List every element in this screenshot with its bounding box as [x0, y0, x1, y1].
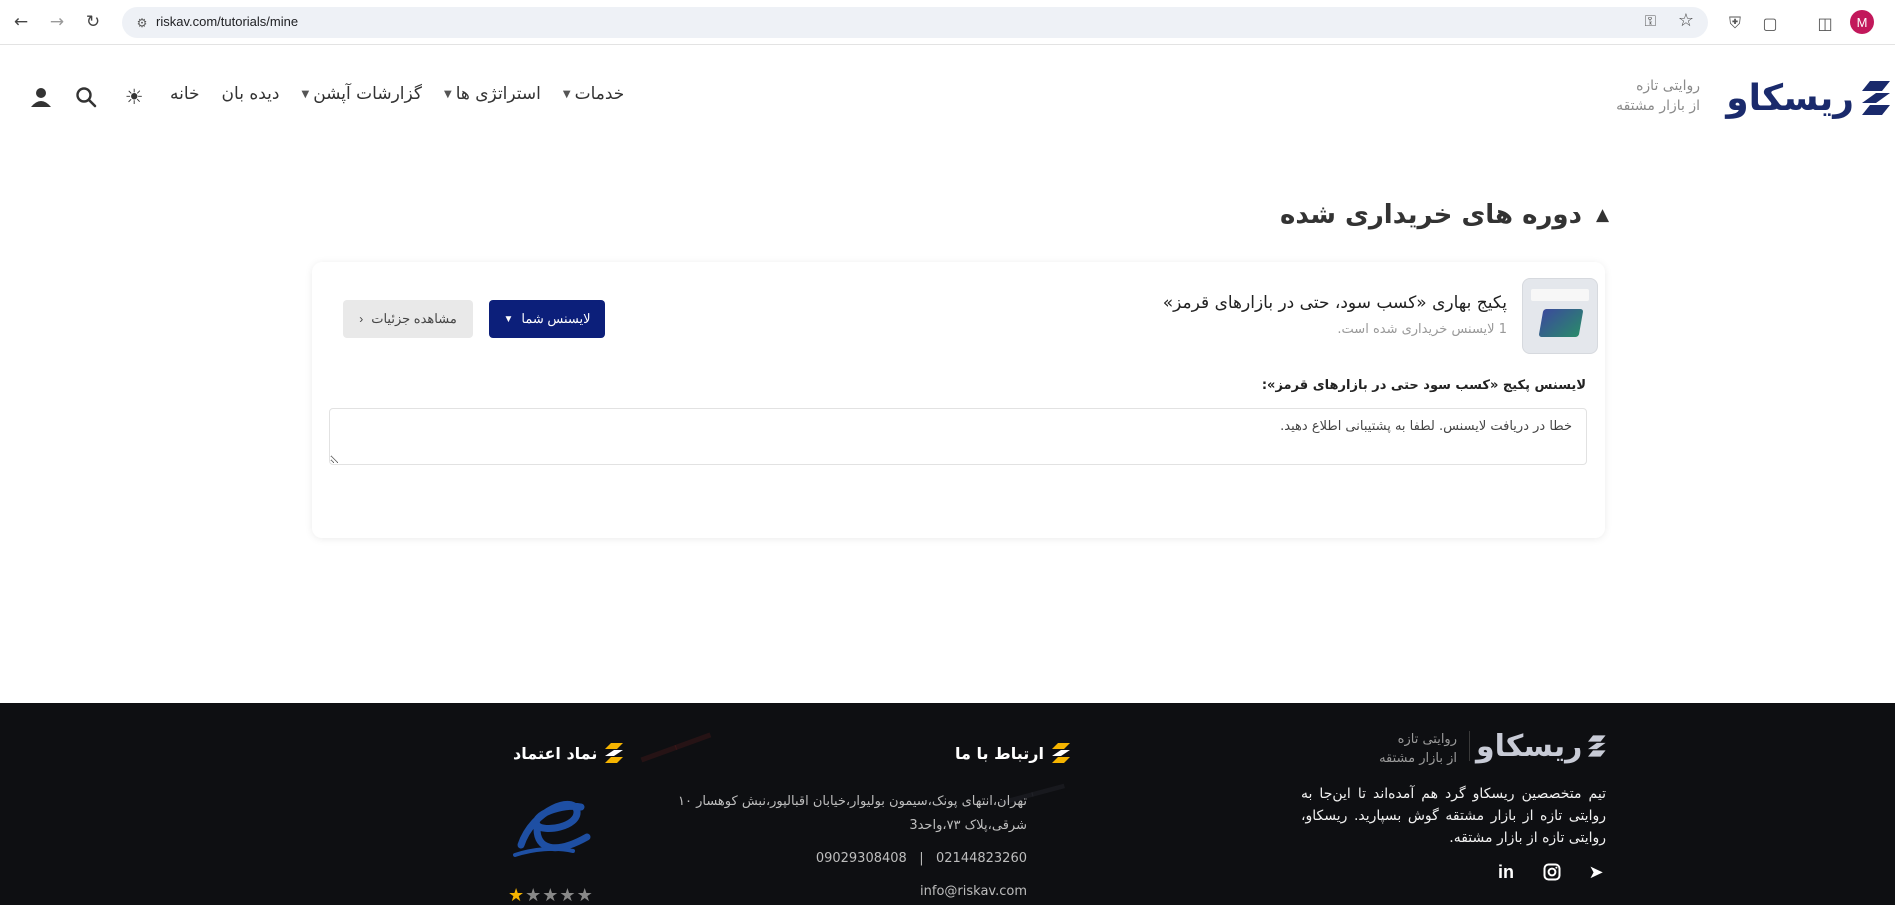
chevron-left-icon: ‹ [359, 312, 364, 326]
page-title: دوره های خریداری شده [1280, 200, 1582, 230]
chevron-down-icon: ▼ [444, 88, 452, 100]
user-icon[interactable] [28, 84, 54, 110]
chevron-down-icon: ▼ [503, 313, 514, 325]
main-navigation: خانه دیده بان گزارشات آپشن ▼ استراتژی ها ▼… [170, 78, 624, 110]
bolt-icon [605, 743, 624, 763]
bookmark-star-icon[interactable]: ☆ [1678, 10, 1694, 31]
reload-icon[interactable]: ↻ [82, 11, 104, 33]
footer-email[interactable]: info@riskav.com [660, 884, 1027, 899]
footer-contact-heading: ارتباط با ما [955, 741, 1070, 765]
footer-address: تهران،انتهای پونک،سیمون بولیوار،خیابان ا… [678, 794, 1027, 833]
chevron-down-icon: ▼ [301, 88, 310, 100]
header-tagline: روایتی تازه از بازار مشتقه [1590, 76, 1700, 116]
course-license-count: 1 لایسنس خریداری شده است. [1337, 322, 1507, 337]
license-textarea[interactable]: خطا در دریافت لایسنس. لطفا به پشتیبانی ا… [329, 408, 1587, 465]
logo-mark-icon [1862, 81, 1890, 115]
shield-extension-icon[interactable]: ⛨ [1723, 11, 1747, 35]
nav-item-home[interactable]: خانه [170, 84, 200, 104]
profile-avatar[interactable]: M [1850, 10, 1874, 34]
tagline-line-2: از بازار مشتقه [1616, 98, 1700, 114]
chevron-down-icon: ▼ [562, 88, 571, 100]
url-text: riskav.com/tutorials/mine [156, 14, 299, 29]
footer-logo-wordmark: ریسکاو [1476, 728, 1583, 764]
bolt-icon [1051, 743, 1070, 763]
forward-arrow-icon[interactable]: → [46, 11, 68, 33]
footer-about-text: تیم متخصصین ریسکاو گرد هم آمده‌اند تا ای… [1301, 786, 1606, 846]
linkedin-icon[interactable]: in [1494, 860, 1518, 884]
extensions-puzzle-icon[interactable]: ▢ [1758, 11, 1782, 35]
logo-wordmark: ریسکاو [1726, 77, 1855, 119]
thumbnail-banner [1531, 289, 1589, 301]
footer-tagline-line-1: روایتی تازه [1397, 732, 1457, 747]
nav-item-services[interactable]: خدمات ▼ [563, 84, 624, 104]
star-empty-icon: ★ [542, 885, 560, 905]
nav-item-strategies[interactable]: استراتژی ها ▼ [444, 84, 541, 104]
footer-logo[interactable]: ریسکاو [1476, 728, 1606, 764]
star-empty-icon: ★ [576, 885, 594, 905]
instagram-icon[interactable] [1540, 860, 1564, 884]
footer-tagline: روایتی تازه از بازار مشتقه [1365, 730, 1457, 768]
address-bar[interactable]: ⚙ riskav.com/tutorials/mine ⚿ ☆ [122, 7, 1708, 38]
course-thumbnail[interactable] [1522, 278, 1598, 354]
nav-label: گزارشات آپشن [313, 84, 422, 104]
footer-phone-2[interactable]: 09029308408 [816, 851, 907, 866]
view-details-button[interactable]: مشاهده جزئیات ‹ [343, 300, 473, 338]
nav-item-watchlist[interactable]: دیده بان [222, 84, 280, 104]
nav-label: استراتژی ها [455, 84, 541, 104]
back-arrow-icon[interactable]: ← [10, 11, 32, 33]
course-title[interactable]: پکیج بهاری «کسب سود، حتی در بازارهای قرم… [1163, 293, 1507, 313]
thumbnail-package-image [1538, 309, 1584, 337]
contact-heading-text: ارتباط با ما [955, 743, 1044, 763]
theme-toggle-icon[interactable]: ☀ [121, 84, 147, 110]
star-empty-icon: ★ [525, 885, 543, 905]
footer-logo-divider [1469, 731, 1470, 761]
course-card: پکیج بهاری «کسب سود، حتی در بازارهای قرم… [312, 262, 1605, 538]
site-settings-icon[interactable]: ⚙ [132, 13, 152, 33]
browser-toolbar: ← → ↻ ⚙ riskav.com/tutorials/mine ⚿ ☆ ⛨ … [0, 0, 1895, 45]
trust-heading-text: نماد اعتماد [513, 743, 598, 763]
tagline-line-1: روایتی تازه [1636, 78, 1700, 94]
search-icon[interactable] [73, 84, 99, 110]
footer-phones: 02144823260 | 09029308408 [660, 851, 1027, 866]
phone-separator: | [919, 851, 924, 866]
footer-trust-heading: نماد اعتماد [513, 741, 624, 765]
page-heading: ▲ دوره های خریداری شده [1280, 195, 1609, 235]
telegram-icon[interactable]: ➤ [1584, 860, 1608, 884]
license-field-label: لایسنس پکیج «کسب سود حتی در بازارهای قرم… [1261, 378, 1586, 393]
nav-label: خدمات [574, 84, 625, 104]
site-footer: ── ── ریسکاو روایتی تازه از بازار مشتقه … [0, 703, 1895, 905]
site-logo[interactable]: ریسکاو [1718, 77, 1890, 119]
details-button-label: مشاهده جزئیات [371, 311, 457, 326]
footer-background-decoration: ── [630, 703, 723, 794]
license-button-label: لایسنس شما [521, 311, 591, 326]
nav-label: خانه [170, 84, 200, 104]
star-empty-icon: ★ [559, 885, 577, 905]
nav-label: دیده بان [221, 84, 280, 104]
enamad-trust-seal[interactable] [503, 789, 603, 865]
footer-tagline-line-2: از بازار مشتقه [1379, 751, 1457, 766]
graduation-cap-icon: ▲ [1595, 205, 1610, 225]
star-filled-icon: ★ [508, 885, 526, 905]
trust-rating-stars: ★★★★★ [508, 885, 594, 905]
logo-mark-icon [1588, 735, 1606, 757]
password-key-icon[interactable]: ⚿ [1645, 12, 1656, 30]
nav-item-option-reports[interactable]: گزارشات آپشن ▼ [301, 84, 422, 104]
your-license-button[interactable]: لایسنس شما ▼ [489, 300, 605, 338]
side-panel-icon[interactable]: ◫ [1813, 11, 1837, 35]
footer-phone-1[interactable]: 02144823260 [936, 851, 1027, 866]
